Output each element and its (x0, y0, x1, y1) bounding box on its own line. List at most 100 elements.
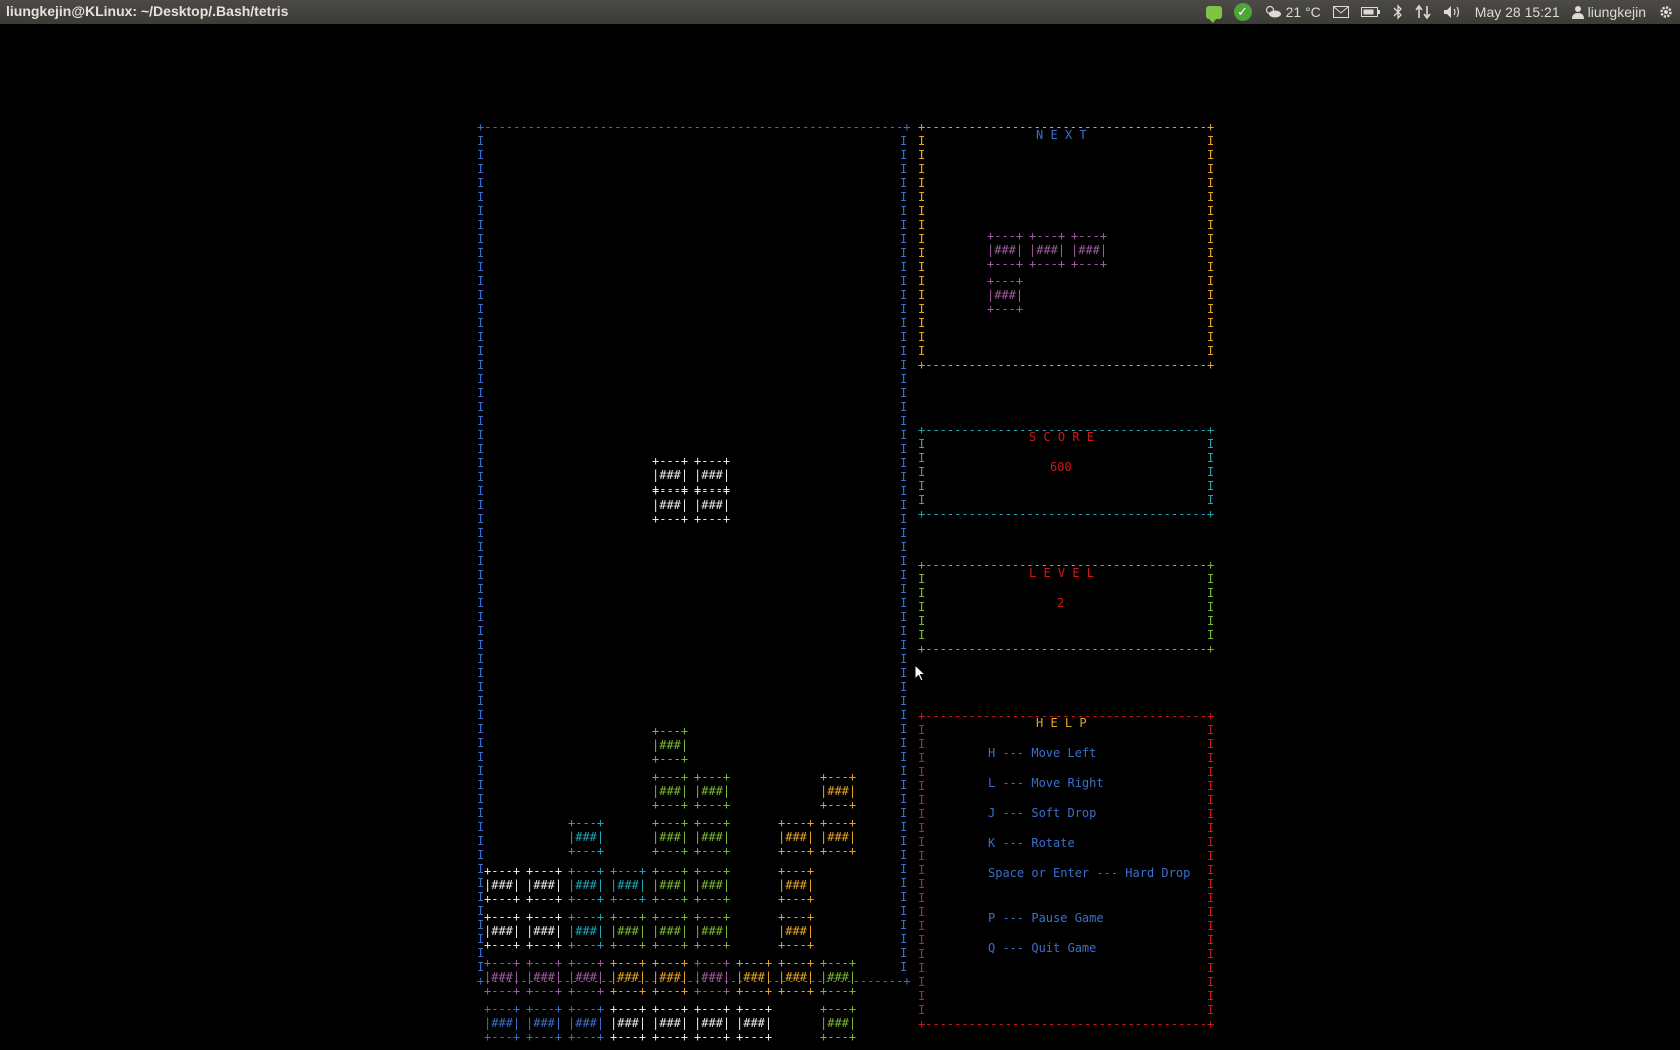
next-cell-top: +---+ (987, 229, 1024, 243)
weather-indicator[interactable]: 21 °C (1264, 0, 1321, 24)
board-right-border: I (900, 526, 908, 540)
board-left-border: I (477, 302, 485, 316)
next-cell-bottom: +---+ (987, 257, 1024, 271)
board-right-border: I (900, 428, 908, 442)
board-right-border: I (900, 778, 908, 792)
stack-cell-bottom: +---+ (652, 844, 689, 858)
board-left-border: I (477, 274, 485, 288)
board-right-border: I (900, 666, 908, 680)
board-left-border: I (477, 456, 485, 470)
board-left-border: I (477, 624, 485, 638)
level-panel-left-border: I (918, 628, 926, 642)
stack-cell-bottom: +---+ (484, 892, 521, 906)
stack-cell-bottom: +---+ (736, 1030, 773, 1044)
clock[interactable]: May 28 15:21 (1475, 0, 1560, 24)
help-panel-left-border: I (918, 863, 926, 877)
mouse-pointer-icon (914, 663, 927, 686)
terminal-window[interactable]: +---------------------------------------… (0, 24, 1680, 1050)
next-cell-body: |###| (1071, 243, 1108, 257)
stack-cell-body: |###| (652, 738, 689, 752)
stack-cell-top: +---+ (736, 1002, 773, 1016)
next-panel-right-border: I (1207, 134, 1215, 148)
help-panel-right-border: I (1207, 807, 1215, 821)
score-panel-right-border: I (1207, 437, 1215, 451)
stack-cell-bottom: +---+ (526, 892, 563, 906)
board-left-border: I (477, 834, 485, 848)
score-value: 600 (1050, 460, 1072, 474)
stack-cell-top: +---+ (484, 1002, 521, 1016)
board-right-border: I (900, 736, 908, 750)
next-panel-top-border: +---------------------------------------… (918, 120, 1215, 134)
next-panel-left-border: I (918, 274, 926, 288)
board-left-border: I (477, 750, 485, 764)
board-right-border: I (900, 330, 908, 344)
stack-cell-bottom: +---+ (652, 938, 689, 952)
level-panel-right-border: I (1207, 600, 1215, 614)
user-icon (1571, 5, 1584, 19)
board-right-border: I (900, 470, 908, 484)
score-panel-left-border: I (918, 479, 926, 493)
board-right-border: I (900, 176, 908, 190)
stack-cell-bottom: +---+ (484, 1030, 521, 1044)
board-right-border: I (900, 750, 908, 764)
board-left-border: I (477, 610, 485, 624)
stack-cell-bottom: +---+ (778, 892, 815, 906)
board-right-border: I (900, 134, 908, 148)
board-left-border: I (477, 218, 485, 232)
help-panel-right-border: I (1207, 779, 1215, 793)
board-left-border: I (477, 162, 485, 176)
board-right-border: I (900, 484, 908, 498)
board-right-border: I (900, 302, 908, 316)
falling-cell-bottom: +---+ (694, 512, 731, 526)
stack-cell-bottom: +---+ (694, 844, 731, 858)
stack-cell-body: |###| (652, 878, 689, 892)
chat-icon[interactable] (1205, 0, 1222, 24)
volume-icon[interactable] (1443, 0, 1463, 24)
board-left-border: I (477, 400, 485, 414)
next-cell-body: |###| (1029, 243, 1066, 257)
score-panel-right-border: I (1207, 465, 1215, 479)
gear-icon[interactable] (1658, 0, 1674, 24)
stack-cell-bottom: +---+ (652, 984, 689, 998)
board-left-border: I (477, 778, 485, 792)
stack-cell-bottom: +---+ (526, 1030, 563, 1044)
board-right-border: I (900, 316, 908, 330)
falling-cell-top: +---+ (694, 484, 731, 498)
board-left-border: I (477, 792, 485, 806)
help-panel-left-border: I (918, 1003, 926, 1017)
board-left-border: I (477, 372, 485, 386)
mail-icon[interactable] (1332, 0, 1349, 24)
board-left-border: I (477, 176, 485, 190)
falling-cell-top: +---+ (652, 454, 689, 468)
board-right-border: I (900, 218, 908, 232)
help-panel-left-border: I (918, 905, 926, 919)
network-icon[interactable] (1415, 0, 1431, 24)
update-check-icon[interactable]: ✓ (1233, 0, 1252, 24)
stack-cell-body: |###| (694, 970, 731, 984)
help-panel-left-border: I (918, 793, 926, 807)
help-soft-drop: J --- Soft Drop (988, 806, 1097, 820)
stack-cell-top: +---+ (568, 910, 605, 924)
score-panel-left-border: I (918, 437, 926, 451)
next-panel-right-border: I (1207, 190, 1215, 204)
board-right-border: I (900, 638, 908, 652)
stack-cell-top: +---+ (694, 770, 731, 784)
stack-cell-body: |###| (526, 878, 563, 892)
stack-cell-body: |###| (568, 970, 605, 984)
board-left-border: I (477, 386, 485, 400)
bluetooth-icon[interactable] (1393, 0, 1403, 24)
stack-cell-body: |###| (610, 924, 647, 938)
board-left-border: I (477, 260, 485, 274)
next-cell-top: +---+ (987, 274, 1024, 288)
help-panel-right-border: I (1207, 737, 1215, 751)
stack-cell-body: |###| (568, 1016, 605, 1030)
stack-cell-top: +---+ (652, 956, 689, 970)
stack-cell-top: +---+ (526, 864, 563, 878)
weather-temp: 21 °C (1285, 4, 1321, 20)
next-panel-right-border: I (1207, 316, 1215, 330)
user-menu[interactable]: liungkejin (1571, 0, 1646, 24)
stack-cell-bottom: +---+ (778, 844, 815, 858)
next-panel-left-border: I (918, 330, 926, 344)
battery-icon[interactable] (1360, 0, 1381, 24)
board-top-border: +---------------------------------------… (477, 120, 911, 134)
